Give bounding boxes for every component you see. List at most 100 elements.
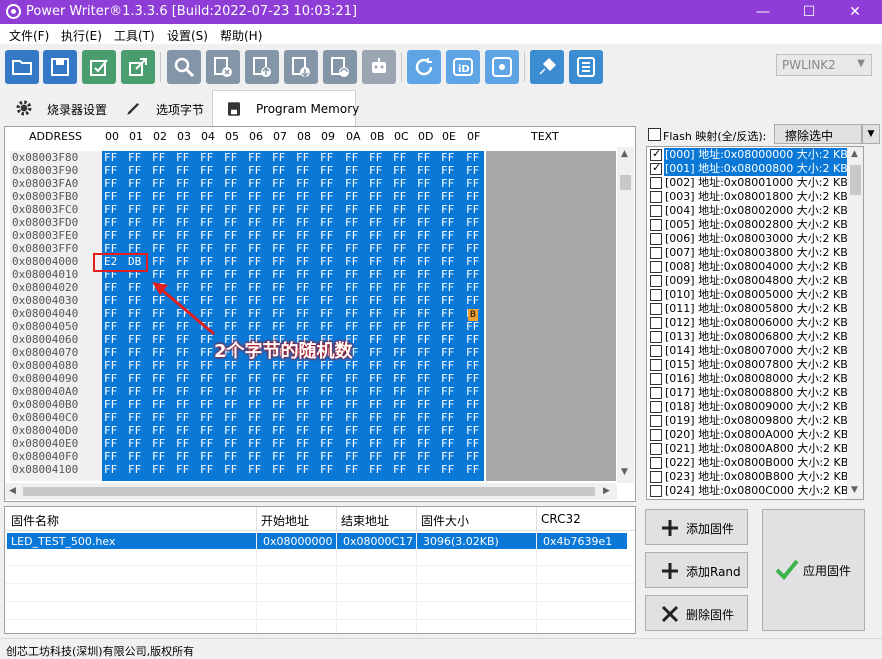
flash-sector-item[interactable]: [000] 地址:0x08000000 大小:2 KB: [647, 147, 849, 162]
hex-byte[interactable]: FF: [248, 372, 261, 385]
hex-byte[interactable]: FF: [417, 424, 430, 437]
hex-byte[interactable]: FF: [248, 463, 261, 476]
hex-byte[interactable]: FF: [320, 281, 333, 294]
hex-byte[interactable]: FF: [176, 385, 189, 398]
hex-byte[interactable]: FF: [176, 307, 189, 320]
hex-byte[interactable]: FF: [369, 411, 382, 424]
flash-sector-checkbox[interactable]: [650, 485, 662, 497]
flash-sector-checkbox[interactable]: [650, 233, 662, 245]
hex-byte[interactable]: FF: [224, 151, 237, 164]
hex-byte[interactable]: FF: [441, 281, 454, 294]
hex-byte[interactable]: FF: [152, 242, 165, 255]
hex-byte[interactable]: FF: [369, 398, 382, 411]
device-select[interactable]: PWLINK2 ▼: [776, 54, 872, 76]
hex-byte[interactable]: FF: [224, 190, 237, 203]
hex-byte[interactable]: FF: [272, 203, 285, 216]
hex-byte[interactable]: FF: [466, 320, 479, 333]
hex-byte[interactable]: FF: [248, 294, 261, 307]
erase-selected-button[interactable]: 擦除选中: [774, 124, 862, 144]
hex-byte[interactable]: FF: [345, 151, 358, 164]
hex-byte[interactable]: FF: [441, 424, 454, 437]
hex-byte[interactable]: FF: [393, 281, 406, 294]
hex-byte[interactable]: FF: [345, 385, 358, 398]
hex-byte[interactable]: FF: [152, 320, 165, 333]
hex-byte[interactable]: FF: [128, 229, 141, 242]
hex-byte[interactable]: FF: [272, 294, 285, 307]
hex-byte[interactable]: FF: [104, 190, 117, 203]
hex-byte[interactable]: FF: [128, 359, 141, 372]
hex-byte[interactable]: FF: [320, 242, 333, 255]
hex-byte[interactable]: FF: [104, 307, 117, 320]
hex-byte[interactable]: FF: [466, 450, 479, 463]
hex-byte[interactable]: FF: [224, 463, 237, 476]
hex-byte[interactable]: FF: [152, 190, 165, 203]
hex-byte[interactable]: FF: [152, 164, 165, 177]
hex-byte[interactable]: FF: [104, 320, 117, 333]
hex-byte[interactable]: FF: [128, 424, 141, 437]
hex-byte[interactable]: FF: [345, 164, 358, 177]
hex-byte[interactable]: FF: [441, 398, 454, 411]
hex-byte[interactable]: FF: [393, 242, 406, 255]
hex-byte[interactable]: FF: [152, 268, 165, 281]
close-button[interactable]: ✕: [832, 0, 878, 24]
hex-byte[interactable]: FF: [224, 385, 237, 398]
hex-byte[interactable]: FF: [466, 255, 479, 268]
flash-sector-checkbox[interactable]: [650, 401, 662, 413]
hex-byte[interactable]: FF: [104, 398, 117, 411]
hex-byte[interactable]: FF: [466, 190, 479, 203]
menu-execute[interactable]: 执行(E): [61, 27, 102, 44]
hex-byte[interactable]: FF: [200, 398, 213, 411]
hex-byte[interactable]: FF: [296, 450, 309, 463]
hex-horizontal-scrollbar[interactable]: ◀ ▶: [5, 483, 617, 500]
hex-byte[interactable]: FF: [200, 242, 213, 255]
hex-byte[interactable]: FF: [176, 398, 189, 411]
hex-byte[interactable]: FF: [320, 229, 333, 242]
hex-byte[interactable]: FF: [176, 190, 189, 203]
hex-byte[interactable]: FF: [200, 359, 213, 372]
menu-settings[interactable]: 设置(S): [167, 27, 208, 44]
flash-sector-item[interactable]: [023] 地址:0x0800B800 大小:2 KB: [647, 470, 848, 484]
hex-byte[interactable]: FF: [393, 307, 406, 320]
flash-sector-checkbox[interactable]: [650, 331, 662, 343]
hex-byte[interactable]: FF: [417, 177, 430, 190]
hex-byte[interactable]: FF: [152, 281, 165, 294]
hex-byte[interactable]: FF: [200, 372, 213, 385]
hex-byte[interactable]: FF: [320, 190, 333, 203]
hex-byte[interactable]: FF: [345, 294, 358, 307]
hex-byte[interactable]: FF: [417, 437, 430, 450]
hex-byte[interactable]: FF: [176, 242, 189, 255]
hex-byte[interactable]: FF: [200, 177, 213, 190]
hex-byte[interactable]: FF: [393, 229, 406, 242]
hex-byte[interactable]: FF: [369, 359, 382, 372]
search-icon[interactable]: [167, 50, 201, 84]
hex-byte[interactable]: FF: [128, 320, 141, 333]
hex-byte[interactable]: FF: [466, 359, 479, 372]
scroll-thumb[interactable]: [23, 487, 595, 496]
hex-byte[interactable]: FF: [104, 359, 117, 372]
hex-byte[interactable]: FF: [417, 190, 430, 203]
hex-byte[interactable]: FF: [296, 437, 309, 450]
hex-byte[interactable]: FF: [248, 164, 261, 177]
menu-file[interactable]: 文件(F): [9, 27, 49, 44]
hex-byte[interactable]: FF: [369, 255, 382, 268]
hex-byte[interactable]: FF: [176, 281, 189, 294]
hex-byte[interactable]: FF: [176, 294, 189, 307]
hex-byte[interactable]: FF: [224, 294, 237, 307]
connect-plug-icon[interactable]: [530, 50, 564, 84]
hex-byte[interactable]: FF: [441, 268, 454, 281]
hex-byte[interactable]: FF: [393, 359, 406, 372]
hex-byte[interactable]: FF: [393, 333, 406, 346]
hex-byte[interactable]: FF: [128, 177, 141, 190]
hex-byte[interactable]: FF: [417, 216, 430, 229]
hex-byte[interactable]: FF: [104, 177, 117, 190]
hex-byte[interactable]: FF: [272, 437, 285, 450]
hex-byte[interactable]: FF: [104, 346, 117, 359]
hex-byte[interactable]: FF: [441, 151, 454, 164]
hex-byte[interactable]: FF: [393, 268, 406, 281]
flash-sector-checkbox[interactable]: [650, 191, 662, 203]
hex-byte[interactable]: FF: [417, 359, 430, 372]
upload-icon[interactable]: [245, 50, 279, 84]
hex-byte[interactable]: FF: [104, 450, 117, 463]
hex-byte[interactable]: FF: [466, 294, 479, 307]
hex-byte[interactable]: FF: [104, 411, 117, 424]
